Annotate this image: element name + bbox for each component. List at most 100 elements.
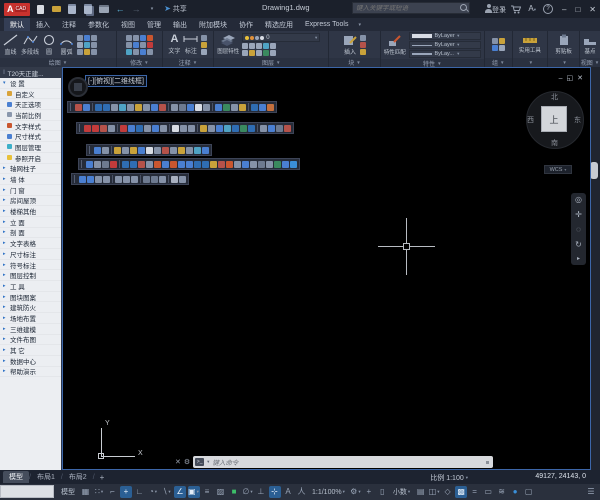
toolbar-icon-2-12[interactable] — [186, 146, 193, 154]
isolate-objects-icon[interactable]: ◇ — [442, 486, 454, 498]
toolbar-icon-0-21[interactable] — [231, 103, 238, 111]
help-icon[interactable]: ? — [543, 4, 553, 14]
share-button[interactable]: ➤ 共享 — [164, 4, 187, 14]
save-icon[interactable] — [66, 3, 78, 15]
toolbar-icon-4-11[interactable] — [159, 175, 166, 183]
viewcube[interactable]: 北 南 西 东 上 — [526, 91, 584, 149]
full-screen-icon[interactable]: ▢ — [523, 486, 535, 498]
group-tool-icon-1[interactable] — [498, 38, 505, 44]
layer-tool-icon-2[interactable] — [256, 43, 263, 49]
steering-wheel-icon[interactable]: ◎ — [575, 196, 582, 204]
toolbar-icon-3-21[interactable] — [250, 160, 257, 168]
block-tool-icon-0[interactable] — [360, 34, 367, 41]
draw-tool-icon-4[interactable] — [84, 41, 91, 48]
toolbar-icon-0-20[interactable] — [223, 103, 230, 111]
infer-constraints-icon[interactable]: ⌐ — [107, 486, 119, 498]
3d-object-snap-icon[interactable]: ∅ ▾ — [242, 486, 254, 498]
toolbar-icon-4-3[interactable] — [103, 175, 110, 183]
toolbar-icon-3-1[interactable] — [94, 160, 101, 168]
layer-tool-icon-6[interactable] — [249, 50, 256, 56]
modify-tool-icon-3[interactable] — [146, 34, 153, 41]
dimension-button[interactable]: 标注 — [183, 34, 198, 55]
toolbar-icon-2-1[interactable] — [102, 146, 109, 154]
draw-tool-icon-8[interactable] — [91, 48, 98, 55]
toolbar-icon-3-5[interactable] — [122, 160, 129, 168]
command-input[interactable]: >_ ▾ 键入命令 — [193, 456, 493, 468]
toolbar-icon-1-25[interactable] — [268, 124, 275, 132]
toolbar-icon-0-5[interactable] — [111, 103, 118, 111]
toolbar-icon-2-11[interactable] — [178, 146, 185, 154]
palette-group-18[interactable]: ▸ 数据中心 — [0, 356, 61, 367]
lock-ui-icon[interactable]: ◫ ▾ — [428, 486, 440, 498]
toolbar-icon-1-14[interactable] — [188, 124, 195, 132]
viewcube-south[interactable]: 南 — [551, 138, 558, 148]
palette-group-14[interactable]: ▸ 场地布置 — [0, 313, 61, 324]
object-snap-icon[interactable]: ▣ ▾ — [187, 486, 200, 498]
toolbar-icon-1-22[interactable] — [248, 124, 255, 132]
app-menu-button[interactable]: A CAD — [4, 2, 31, 16]
palette-group-10[interactable]: ▸ 图层控制 — [0, 270, 61, 281]
palette-group-19[interactable]: ▸ 帮助演示 — [0, 367, 61, 378]
lineweight-icon[interactable]: ≡ — [201, 486, 213, 498]
utilities-button[interactable]: 实用工具 — [519, 35, 541, 54]
layout-tab-0[interactable]: 模型 — [3, 471, 29, 483]
command-drag-handle[interactable] — [486, 460, 489, 464]
search-input[interactable] — [353, 4, 459, 12]
viewcube-east[interactable]: 东 — [574, 115, 581, 125]
toolbar-icon-1-17[interactable] — [208, 124, 215, 132]
undo-icon[interactable]: ← — [114, 3, 126, 15]
filter-icon[interactable]: ≋ — [496, 486, 508, 498]
toolbar-icon-2-7[interactable] — [146, 146, 153, 154]
toolbar-icon-0-14[interactable] — [179, 103, 186, 111]
toolbar-icon-1-0[interactable] — [84, 124, 91, 132]
qat-dropdown-icon[interactable]: ▾ — [146, 3, 158, 15]
toolbar-icon-2-9[interactable] — [162, 146, 169, 154]
modify-tool-icon-10[interactable] — [139, 48, 146, 55]
toolbar-icon-1-10[interactable] — [160, 124, 167, 132]
toolbar-icon-3-13[interactable] — [186, 160, 193, 168]
pan-icon[interactable]: ✛ — [575, 211, 582, 219]
app-store-icon[interactable]: A▾ — [528, 5, 536, 13]
toolbar-icon-1-5[interactable] — [120, 124, 127, 132]
match-properties-button[interactable]: 特性匹配 — [384, 34, 406, 56]
toolbar-icon-3-0[interactable] — [86, 160, 93, 168]
scale-control[interactable]: 比例 1:100 ▾ — [430, 473, 468, 483]
ortho-mode-icon[interactable]: ∟ — [134, 486, 146, 498]
toolbar-grip[interactable] — [81, 160, 84, 168]
toolbar-row-2[interactable] — [86, 144, 212, 156]
toolbar-icon-0-19[interactable] — [215, 103, 222, 111]
draw-tool-icon-3[interactable] — [77, 41, 84, 48]
ribbon-tab-6[interactable]: 输出 — [167, 18, 193, 31]
ribbon-overflow-icon[interactable]: ▾ — [354, 18, 365, 31]
toolbar-icon-0-10[interactable] — [151, 103, 158, 111]
redo-icon[interactable]: → — [130, 3, 142, 15]
scrollbar-thumb[interactable] — [590, 162, 598, 179]
toolbar-icon-1-3[interactable] — [108, 124, 115, 132]
layers-panel-label[interactable]: 图层 ▼ — [214, 58, 329, 67]
palette-group-4[interactable]: ▸ 楼梯其他 — [0, 206, 61, 217]
toolbar-icon-2-6[interactable] — [138, 146, 145, 154]
ribbon-tab-1[interactable]: 插入 — [30, 18, 56, 31]
ribbon-tab-0[interactable]: 默认 — [4, 18, 30, 31]
toolbar-icon-3-6[interactable] — [130, 160, 137, 168]
modify-tool-icon-0[interactable] — [125, 34, 132, 41]
toolbar-icon-0-7[interactable] — [127, 103, 134, 111]
dynamic-ucs-icon[interactable]: ⊥ — [255, 486, 267, 498]
modify-tool-icon-1[interactable] — [132, 34, 139, 41]
ribbon-tab-10[interactable]: Express Tools — [299, 18, 354, 31]
hardware-acceleration-icon[interactable]: ● — [509, 486, 521, 498]
palette-item-2[interactable]: 当前比例 — [0, 110, 61, 121]
toolbar-icon-4-6[interactable] — [123, 175, 130, 183]
ribbon-tab-4[interactable]: 视图 — [115, 18, 141, 31]
toolbar-icon-1-7[interactable] — [136, 124, 143, 132]
layer-tool-icon-8[interactable] — [263, 50, 270, 56]
wcs-dropdown[interactable]: WCS ▾ — [544, 165, 572, 174]
palette-group-settings[interactable]: ▾ 设 置 — [0, 78, 61, 89]
toolbar-icon-0-1[interactable] — [83, 103, 90, 111]
block-tool-icon-1[interactable] — [360, 41, 367, 48]
minimize-button[interactable]: – — [562, 5, 566, 14]
toolbar-icon-0-6[interactable] — [119, 103, 126, 111]
toolbar-icon-3-9[interactable] — [154, 160, 161, 168]
toolbar-icon-4-5[interactable] — [115, 175, 122, 183]
layer-state-icon-2[interactable] — [255, 35, 260, 40]
